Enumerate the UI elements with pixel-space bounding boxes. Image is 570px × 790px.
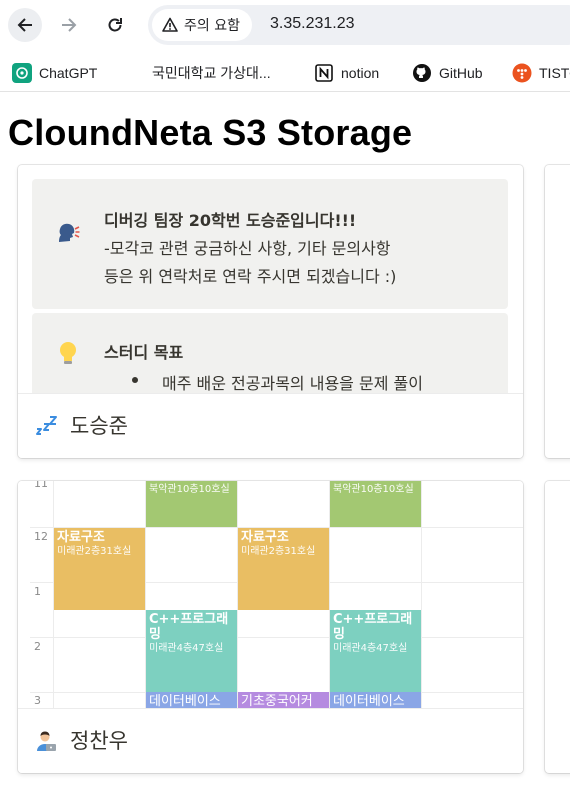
bookmark-tistory[interactable]: TISTO	[512, 62, 570, 84]
class-room: 북악관10층10호실	[149, 484, 230, 495]
hour-label: 3	[34, 694, 41, 707]
bookmark-label: TISTO	[539, 65, 570, 81]
class-title: C++프로그래밍	[333, 612, 413, 642]
class-block: 북악관10층10호실	[330, 481, 421, 527]
class-title: 기초중국어커	[241, 694, 313, 708]
bookmark-chatgpt[interactable]: ChatGPT	[12, 62, 97, 84]
bookmark-label: ChatGPT	[39, 65, 98, 81]
bookmark-label: 국민대학교 가상대...	[152, 65, 271, 81]
timetable-cover: 11 12 1 2 3 북악관10층10호실 북악관10층10호실 자료구조 미…	[18, 481, 523, 708]
callout-heading: 스터디 목표	[104, 343, 184, 362]
security-warning-chip[interactable]: 주의 요함	[152, 9, 252, 41]
class-title: 데이터베이스	[333, 694, 405, 708]
security-label: 주의 요함	[184, 18, 240, 34]
gallery-card-partial[interactable]	[545, 165, 570, 458]
technologist-icon	[34, 729, 58, 753]
arrow-left-icon	[17, 18, 32, 32]
class-block: 데이터베이스	[330, 692, 421, 708]
card-cover: 디버깅 팀장 20학번 도승준입니다!!! -모각코 관련 궁금하신 사항, 기…	[18, 165, 523, 393]
forward-button[interactable]	[52, 8, 86, 42]
card-footer: 정찬우	[18, 708, 523, 773]
github-icon	[412, 63, 432, 83]
url-text[interactable]: 3.35.231.23	[270, 15, 355, 33]
back-button[interactable]	[8, 8, 42, 42]
grid-line	[30, 637, 523, 638]
bookmark-label: notion	[341, 65, 380, 81]
reload-icon	[108, 18, 122, 32]
class-room: 미래관4층47호실	[149, 643, 224, 654]
page-title: CloundNeta S3 Storage	[8, 112, 413, 153]
class-room: 미래관2층31호실	[57, 546, 132, 557]
bullet-dot	[132, 377, 138, 383]
browser-toolbar: 주의 요함 3.35.231.23	[0, 0, 570, 52]
class-block: 기초중국어커	[238, 692, 329, 708]
address-bar[interactable]: 주의 요함 3.35.231.23	[148, 5, 570, 45]
class-title: 자료구조	[241, 530, 289, 545]
class-title: C++프로그래밍	[149, 612, 229, 642]
class-block: 자료구조 미래관2층31호실	[238, 528, 329, 610]
light-bulb-icon	[54, 339, 82, 367]
class-block: C++프로그래밍 미래관4층47호실	[330, 610, 421, 692]
study-goal-callout: 스터디 목표 매주 배운 전공과목의 내용을 문제 풀이	[32, 313, 508, 393]
hour-label: 11	[34, 481, 48, 490]
class-block: C++프로그래밍 미래관4층47호실	[146, 610, 237, 692]
chatgpt-icon	[12, 63, 32, 83]
callout-text: 등은 위 연락처로 연락 주시면 되겠습니다 :)	[104, 267, 397, 286]
class-block: 데이터베이스	[146, 692, 237, 708]
hour-label: 12	[34, 530, 48, 543]
bookmark-label: GitHub	[439, 65, 483, 81]
bookmark-github[interactable]: GitHub	[412, 62, 483, 84]
warning-triangle-icon	[162, 17, 178, 32]
class-room: 미래관2층31호실	[241, 546, 316, 557]
callout-text: -모각코 관련 궁금하신 사항, 기타 문의사항	[104, 239, 391, 258]
card-title[interactable]: 정찬우	[70, 725, 128, 755]
bookmark-notion[interactable]: notion	[314, 62, 379, 84]
gallery-card-jeong-chanwoo[interactable]: 11 12 1 2 3 북악관10층10호실 북악관10층10호실 자료구조 미…	[18, 481, 523, 773]
intro-callout: 디버깅 팀장 20학번 도승준입니다!!! -모각코 관련 궁금하신 사항, 기…	[32, 179, 508, 309]
notion-icon	[314, 63, 334, 83]
gallery-card-do-seungjun[interactable]: 디버깅 팀장 20학번 도승준입니다!!! -모각코 관련 궁금하신 사항, 기…	[18, 165, 523, 458]
card-footer: 도승준	[18, 393, 523, 458]
class-title: 데이터베이스	[149, 694, 221, 708]
zzz-icon	[34, 414, 58, 438]
class-block: 북악관10층10호실	[146, 481, 237, 527]
hour-label: 1	[34, 585, 41, 598]
bookmark-kookmin[interactable]: 국민대학교 가상대...	[152, 62, 271, 84]
class-room: 북악관10층10호실	[333, 484, 414, 495]
bullet-text: 매주 배운 전공과목의 내용을 문제 풀이	[162, 374, 423, 393]
class-title: 자료구조	[57, 530, 105, 545]
grid-line	[421, 481, 422, 708]
bookmarks-bar: ChatGPT 국민대학교 가상대... notion GitHub TISTO	[0, 52, 570, 92]
speaking-head-icon	[54, 219, 82, 247]
callout-heading: 디버깅 팀장 20학번 도승준입니다!!!	[104, 211, 357, 230]
arrow-right-icon	[62, 18, 77, 32]
hour-label: 2	[34, 640, 41, 653]
card-title[interactable]: 도승준	[70, 410, 128, 440]
tistory-icon	[512, 63, 532, 83]
class-room: 미래관4층47호실	[333, 643, 408, 654]
class-block: 자료구조 미래관2층31호실	[54, 528, 145, 610]
reload-button[interactable]	[98, 8, 132, 42]
gallery-card-partial[interactable]	[545, 481, 570, 773]
